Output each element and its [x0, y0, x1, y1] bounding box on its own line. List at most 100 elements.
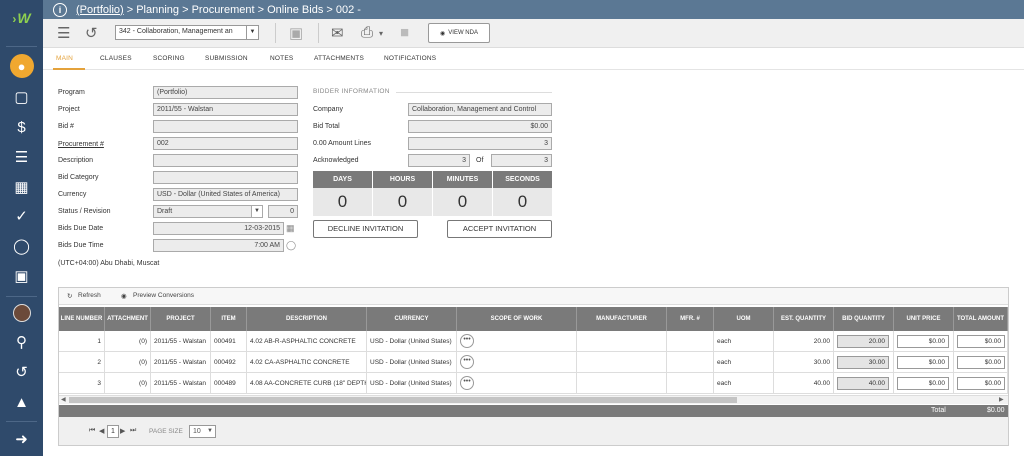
- project-field[interactable]: 2011/55 - Walstan: [153, 103, 298, 116]
- unit-price-input[interactable]: $0.00: [897, 377, 949, 390]
- program-field[interactable]: (Portfolio): [153, 86, 298, 99]
- app-logo[interactable]: ›W: [0, 10, 43, 34]
- unit-price-input[interactable]: $0.00: [897, 356, 949, 369]
- last-page-icon[interactable]: ⏭: [130, 427, 136, 435]
- acknowledged-field[interactable]: 3: [408, 154, 470, 167]
- history-icon[interactable]: ↺: [0, 359, 43, 385]
- document-icon[interactable]: ▢: [0, 84, 43, 110]
- col-header-est-qty[interactable]: EST. QUANTITY: [774, 307, 834, 331]
- prev-page-icon[interactable]: ◀: [99, 427, 104, 435]
- more-icon[interactable]: •••: [460, 334, 474, 348]
- acknowledged-total-field[interactable]: 3: [491, 154, 552, 167]
- tab-submission[interactable]: SUBMISSION: [205, 55, 248, 62]
- due-time-field[interactable]: 7:00 AM: [153, 239, 284, 252]
- more-icon[interactable]: •••: [460, 355, 474, 369]
- search-icon[interactable]: ⚲: [0, 329, 43, 355]
- procurement-link[interactable]: Procurement #: [58, 141, 104, 148]
- scroll-left-icon[interactable]: ◀: [61, 396, 66, 403]
- unit-price-input[interactable]: $0.00: [897, 335, 949, 348]
- amount-lines-field[interactable]: 3: [408, 137, 552, 150]
- page-number[interactable]: 1: [107, 425, 119, 438]
- due-date-field[interactable]: 12-03-2015: [153, 222, 284, 235]
- col-header-scope[interactable]: SCOPE OF WORK: [457, 307, 577, 331]
- more-icon[interactable]: •••: [460, 376, 474, 390]
- first-page-icon[interactable]: ⏮: [89, 427, 95, 435]
- history-icon[interactable]: ↺: [85, 24, 98, 42]
- status-select[interactable]: Draft ▼: [153, 205, 263, 218]
- gantt-icon[interactable]: ☰: [0, 144, 43, 170]
- tab-scoring[interactable]: SCORING: [153, 55, 185, 62]
- checkmark-icon[interactable]: ✓: [0, 203, 43, 229]
- total-amount-input[interactable]: $0.00: [957, 335, 1005, 348]
- col-header-unit-price[interactable]: UNIT PRICE: [894, 307, 954, 331]
- bid-total-field[interactable]: $0.00: [408, 120, 552, 133]
- briefcase-icon[interactable]: ▣: [0, 263, 43, 289]
- preview-conversions-button[interactable]: Preview Conversions: [133, 292, 194, 299]
- view-nda-button[interactable]: ◉ VIEW NDA: [428, 23, 490, 43]
- next-page-icon[interactable]: ▶: [120, 427, 125, 435]
- scrollbar-thumb[interactable]: [69, 397, 737, 403]
- bid-number-field[interactable]: [153, 120, 298, 133]
- col-header-project[interactable]: PROJECT: [151, 307, 211, 331]
- currency-field[interactable]: USD - Dollar (United States of America): [153, 188, 298, 201]
- bid-category-field[interactable]: [153, 171, 298, 184]
- sidebar-divider: [6, 296, 37, 297]
- bid-qty-input[interactable]: 20.00: [837, 335, 889, 348]
- tab-attachments[interactable]: ATTACHMENTS: [314, 55, 364, 62]
- print-icon[interactable]: ⎙: [361, 24, 373, 41]
- email-icon[interactable]: ✉: [331, 24, 344, 42]
- bid-qty-input[interactable]: 30.00: [837, 356, 889, 369]
- page-size-select[interactable]: 10 ▼: [189, 425, 216, 438]
- clock-icon[interactable]: ◯: [286, 240, 296, 251]
- bid-qty-input[interactable]: 40.00: [837, 377, 889, 390]
- cell-attachment[interactable]: (0): [105, 373, 151, 394]
- refresh-icon[interactable]: ↻: [67, 292, 72, 300]
- description-field[interactable]: [153, 154, 298, 167]
- preview-icon[interactable]: ◉: [121, 292, 127, 300]
- total-amount-input[interactable]: $0.00: [957, 356, 1005, 369]
- cell-project: 2011/55 - Walstan: [151, 352, 211, 373]
- print-dropdown-icon[interactable]: ▾: [379, 29, 383, 38]
- globe-icon[interactable]: ◯: [0, 233, 43, 259]
- sidebar-item-portfolio[interactable]: ●: [0, 53, 43, 79]
- logout-icon[interactable]: ➜: [0, 426, 43, 452]
- save-icon[interactable]: ▣: [289, 24, 303, 42]
- user-avatar[interactable]: [0, 300, 43, 326]
- cell-attachment[interactable]: (0): [105, 331, 151, 352]
- cell-item: 000489: [211, 373, 247, 394]
- scroll-right-icon[interactable]: ▶: [999, 396, 1004, 403]
- col-header-uom[interactable]: UOM: [714, 307, 774, 331]
- col-header-manufacturer[interactable]: MANUFACTURER: [577, 307, 667, 331]
- tab-notifications[interactable]: NOTIFICATIONS: [384, 55, 436, 62]
- col-header-mfr[interactable]: MFR. #: [667, 307, 714, 331]
- lock-icon[interactable]: ■: [400, 24, 409, 41]
- cell-attachment[interactable]: (0): [105, 352, 151, 373]
- graduation-cap-icon[interactable]: ▲: [0, 389, 43, 415]
- bid-select[interactable]: 342 - Collaboration, Management an ▼: [115, 25, 259, 40]
- revision-field[interactable]: 0: [268, 205, 298, 218]
- tab-notes[interactable]: NOTES: [270, 55, 293, 62]
- dollar-icon[interactable]: $: [0, 114, 43, 140]
- building-icon[interactable]: ▦: [0, 174, 43, 200]
- tab-main[interactable]: MAIN: [56, 55, 73, 62]
- info-icon[interactable]: i: [53, 2, 67, 17]
- col-header-currency[interactable]: CURRENCY: [367, 307, 457, 331]
- procurement-field[interactable]: 002: [153, 137, 298, 150]
- accept-invitation-button[interactable]: ACCEPT INVITATION: [447, 220, 552, 238]
- breadcrumb-portfolio-link[interactable]: (Portfolio): [76, 4, 124, 16]
- timezone-label: (UTC+04:00) Abu Dhabi, Muscat: [58, 260, 160, 267]
- total-amount-input[interactable]: $0.00: [957, 377, 1005, 390]
- decline-invitation-button[interactable]: DECLINE INVITATION: [313, 220, 418, 238]
- col-header-total[interactable]: TOTAL AMOUNT: [954, 307, 1008, 331]
- col-header-description[interactable]: DESCRIPTION: [247, 307, 367, 331]
- tab-clauses[interactable]: CLAUSES: [100, 55, 132, 62]
- col-header-line[interactable]: LINE NUMBER: [59, 307, 105, 331]
- col-header-item[interactable]: ITEM: [211, 307, 247, 331]
- calendar-icon[interactable]: ▦: [286, 223, 295, 234]
- refresh-button[interactable]: Refresh: [78, 292, 101, 299]
- list-icon[interactable]: ☰: [57, 24, 70, 42]
- horizontal-scrollbar[interactable]: ◀ ▶: [59, 395, 1008, 404]
- col-header-bid-qty[interactable]: BID QUANTITY: [834, 307, 894, 331]
- company-field[interactable]: Collaboration, Management and Control: [408, 103, 552, 116]
- col-header-attachment[interactable]: ATTACHMENT: [105, 307, 151, 331]
